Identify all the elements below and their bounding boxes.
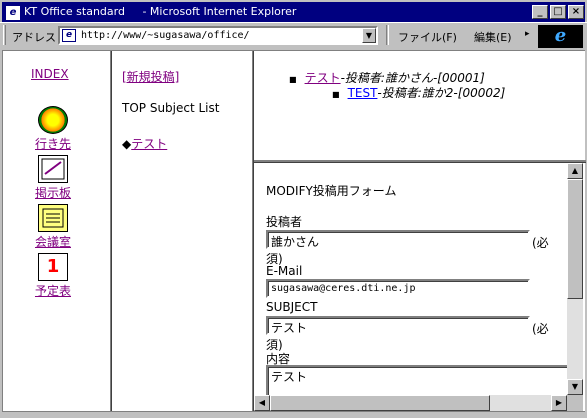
nav-item-meeting-room[interactable]: 会議室 — [28, 204, 78, 250]
ie-logo: e — [538, 25, 583, 48]
subject-label: SUBJECT — [266, 300, 318, 314]
nav-item-destination[interactable]: 行き先 — [28, 106, 78, 152]
email-label: E-Mail — [266, 264, 303, 278]
bulletin-board-icon[interactable] — [38, 155, 68, 183]
required-note: (必 — [532, 322, 549, 336]
scroll-thumb[interactable] — [270, 395, 490, 411]
maximize-button[interactable]: □ — [550, 5, 566, 19]
nav-item-bulletin-board[interactable]: 掲示板 — [28, 155, 78, 201]
scrollbar-corner — [567, 395, 583, 411]
scroll-up-button[interactable]: ▲ — [567, 163, 583, 179]
vertical-scrollbar[interactable]: ▲ ▼ — [567, 163, 583, 395]
post-list-frame: ■ テスト-投稿者:誰かさん-[00001] ■ TEST-投稿者:誰か2-[000… — [254, 51, 585, 161]
nav-frame: INDEX 行き先 掲示板 会議室 1 予定表 — [3, 51, 110, 411]
menu-edit[interactable]: 編集(E) — [474, 29, 512, 45]
scroll-thumb[interactable] — [567, 179, 583, 299]
nav-label-bulletin-board[interactable]: 掲示板 — [28, 184, 78, 201]
address-label: アドレス — [12, 31, 56, 44]
address-dropdown-button[interactable]: ▼ — [362, 28, 376, 43]
poster-label: 投稿者 — [266, 215, 303, 229]
poster-input[interactable]: 誰かさん — [266, 230, 530, 249]
body-textarea[interactable]: テスト — [266, 365, 572, 397]
square-bullet-icon: ■ — [332, 90, 340, 99]
form-title: MODIFY投稿用フォーム — [266, 184, 397, 198]
close-button[interactable]: × — [568, 5, 584, 19]
subject-frame: [新規投稿] TOP Subject List ◆テスト — [112, 51, 252, 411]
ie-icon: e — [6, 6, 20, 20]
modify-form-frame: MODIFY投稿用フォーム 投稿者 誰かさん (必 須) E-Mail suga… — [254, 163, 585, 411]
subject-list-item[interactable]: ◆テスト — [122, 135, 167, 152]
menu-file[interactable]: ファイル(F) — [398, 29, 457, 45]
post-meta: -投稿者:誰かさん-[00001] — [340, 71, 485, 85]
square-bullet-icon: ■ — [289, 75, 297, 84]
nav-item-schedule[interactable]: 1 予定表 — [28, 253, 78, 299]
window-title: KT Office standard - Microsoft Internet … — [24, 5, 297, 18]
post-title-link[interactable]: TEST — [348, 86, 378, 100]
calendar-icon[interactable]: 1 — [38, 253, 68, 281]
address-input[interactable]: e http://www/~sugasawa/office/ ▼ — [58, 26, 378, 45]
toolbar-separator — [386, 25, 389, 45]
menu-overflow-icon[interactable]: ▸ — [525, 29, 530, 39]
required-note: (必 — [532, 236, 549, 250]
scroll-right-button[interactable]: ▶ — [551, 395, 567, 411]
minimize-button[interactable]: _ — [532, 5, 548, 19]
subject-input[interactable]: テスト — [266, 316, 530, 335]
post-meta: -投稿者:誰か2-[00002] — [377, 86, 506, 100]
horizontal-scrollbar[interactable]: ◀ ▶ — [254, 395, 567, 411]
browser-content: INDEX 行き先 掲示板 会議室 1 予定表 [新規投稿] TOP Subje… — [2, 50, 586, 412]
toolbar-grip[interactable] — [3, 25, 6, 45]
index-link[interactable]: INDEX — [31, 67, 69, 81]
nav-label-meeting-room[interactable]: 会議室 — [28, 233, 78, 250]
address-toolbar: アドレス e http://www/~sugasawa/office/ ▼ ファ… — [0, 22, 587, 48]
list-item: ■ TEST-投稿者:誰か2-[00002] — [332, 84, 505, 101]
subject-link[interactable]: テスト — [131, 137, 167, 151]
new-post-link[interactable]: [新規投稿] — [122, 68, 179, 85]
compass-icon[interactable] — [38, 106, 68, 134]
post-title-link[interactable]: テスト — [305, 71, 341, 85]
nav-label-schedule[interactable]: 予定表 — [28, 282, 78, 299]
page-icon: e — [62, 29, 76, 42]
meeting-room-icon[interactable] — [38, 204, 68, 232]
scroll-left-button[interactable]: ◀ — [254, 395, 270, 411]
scroll-down-button[interactable]: ▼ — [567, 379, 583, 395]
subject-list-title: TOP Subject List — [122, 101, 220, 115]
email-input[interactable]: sugasawa@ceres.dti.ne.jp — [266, 279, 530, 298]
nav-label-destination[interactable]: 行き先 — [28, 135, 78, 152]
diamond-bullet-icon: ◆ — [122, 137, 132, 151]
address-url[interactable]: http://www/~sugasawa/office/ — [81, 30, 250, 41]
